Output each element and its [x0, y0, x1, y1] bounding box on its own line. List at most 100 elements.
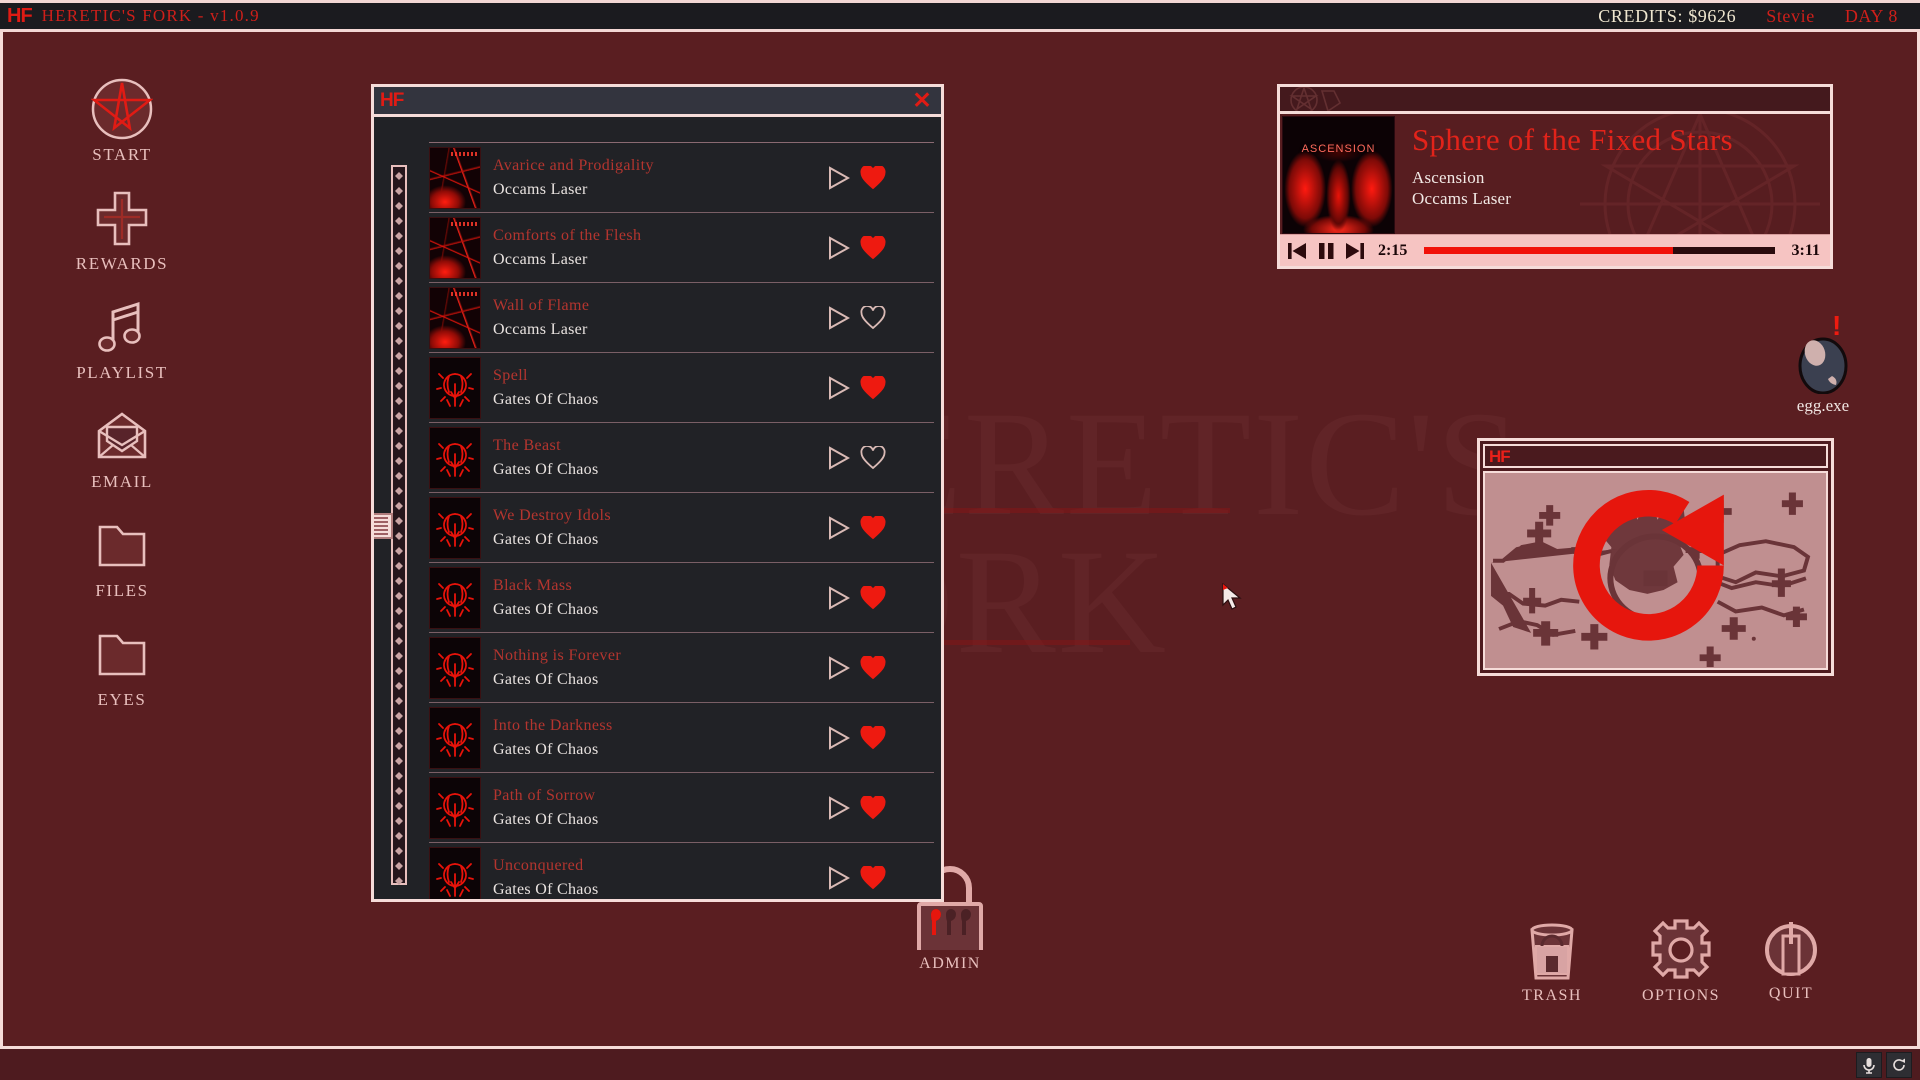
scrollbar-track[interactable] — [393, 167, 405, 885]
play-icon[interactable] — [828, 235, 850, 260]
refresh-icon[interactable] — [1483, 471, 1819, 663]
desktop-icon-egg-exe[interactable]: egg.exe — [1778, 330, 1868, 416]
heart-filled-icon[interactable] — [860, 724, 886, 750]
folder-icon — [91, 623, 153, 685]
app-title: HERETIC'S FORK - v1.0.9 — [41, 6, 260, 25]
left-dock: START REWARDS PLAYLIST EMAIL FILES EYES — [62, 78, 182, 710]
track-artist: Gates Of Chaos — [493, 390, 599, 408]
playlist-titlebar[interactable]: HF ✕ — [374, 87, 941, 117]
track-artist: Gates Of Chaos — [493, 670, 599, 688]
map-titlebar[interactable]: HF — [1483, 444, 1828, 468]
track-meta: Nothing is Forever Gates Of Chaos — [493, 647, 828, 689]
heart-filled-icon[interactable] — [860, 164, 886, 190]
scrollbar-tick — [395, 262, 403, 270]
scrollbar-tick — [395, 217, 403, 225]
floor-item-quit[interactable]: QUIT — [1762, 918, 1820, 1003]
track-row[interactable]: The Beast Gates Of Chaos — [429, 422, 934, 492]
play-icon[interactable] — [828, 375, 850, 400]
scrollbar-thumb[interactable] — [374, 513, 393, 539]
track-album-art — [429, 496, 481, 559]
scrollbar-tick — [395, 682, 403, 690]
floor-label-options: OPTIONS — [1642, 987, 1721, 1004]
track-row[interactable]: Avarice and Prodigality Occams Laser — [429, 142, 934, 212]
track-meta: The Beast Gates Of Chaos — [493, 437, 828, 479]
previous-track-button[interactable] — [1286, 240, 1308, 262]
progress-bar[interactable] — [1424, 247, 1775, 254]
scrollbar-tick — [395, 832, 403, 840]
track-title: The Beast — [493, 436, 562, 454]
envelope-icon — [91, 405, 153, 467]
star-map-canvas[interactable] — [1483, 471, 1828, 670]
heart-filled-icon[interactable] — [860, 794, 886, 820]
play-icon[interactable] — [828, 305, 850, 330]
scrollbar-tick — [395, 412, 403, 420]
play-icon[interactable] — [828, 165, 850, 190]
scrollbar-tick — [395, 577, 403, 585]
play-icon[interactable] — [828, 515, 850, 540]
scrollbar-tick — [395, 502, 403, 510]
play-icon[interactable] — [828, 445, 850, 470]
album-art-sigil-icon — [436, 442, 474, 477]
track-row[interactable]: Comforts of the Flesh Occams Laser — [429, 212, 934, 282]
track-title: Unconquered — [493, 856, 584, 874]
play-icon[interactable] — [828, 655, 850, 680]
scrollbar-tick — [395, 322, 403, 330]
microphone-icon[interactable] — [1856, 1051, 1882, 1078]
dock-item-eyes[interactable]: EYES — [62, 623, 182, 710]
play-icon[interactable] — [828, 725, 850, 750]
track-row[interactable]: Black Mass Gates Of Chaos — [429, 562, 934, 632]
track-row[interactable]: Unconquered Gates Of Chaos — [429, 842, 934, 899]
track-row[interactable]: Into the Darkness Gates Of Chaos — [429, 702, 934, 772]
elapsed-time-label: 2:15 — [1378, 241, 1408, 259]
track-meta: Black Mass Gates Of Chaos — [493, 577, 828, 619]
heart-outline-icon[interactable] — [860, 444, 886, 470]
heart-filled-icon[interactable] — [860, 584, 886, 610]
now-playing-titlebar[interactable] — [1280, 87, 1830, 114]
track-title: Spell — [493, 366, 528, 384]
scrollbar-tick — [395, 247, 403, 255]
now-playing-album-art: ASCENSION — [1282, 116, 1395, 234]
floor-item-options[interactable]: OPTIONS — [1642, 918, 1720, 1005]
track-title: Into the Darkness — [493, 716, 613, 734]
play-icon[interactable] — [828, 865, 850, 890]
scrollbar-tick — [395, 637, 403, 645]
track-actions — [828, 794, 886, 820]
track-row[interactable]: We Destroy Idols Gates Of Chaos — [429, 492, 934, 562]
scrollbar-tick — [395, 562, 403, 570]
heart-filled-icon[interactable] — [860, 864, 886, 890]
track-row[interactable]: Wall of Flame Occams Laser — [429, 282, 934, 352]
track-artist: Gates Of Chaos — [493, 810, 599, 828]
play-icon[interactable] — [828, 795, 850, 820]
dock-item-email[interactable]: EMAIL — [62, 405, 182, 492]
play-icon[interactable] — [828, 585, 850, 610]
track-album-art — [429, 356, 481, 419]
floor-item-trash[interactable]: TRASH — [1522, 920, 1582, 1005]
track-meta: Unconquered Gates Of Chaos — [493, 857, 828, 899]
heart-filled-icon[interactable] — [860, 234, 886, 260]
heart-filled-icon[interactable] — [860, 374, 886, 400]
dock-item-start[interactable]: START — [62, 78, 182, 165]
album-art-label: ASCENSION — [1301, 143, 1376, 155]
dock-item-rewards[interactable]: REWARDS — [62, 187, 182, 274]
scrollbar-tick — [395, 592, 403, 600]
taskbar — [0, 1046, 1920, 1080]
dock-label-email: EMAIL — [91, 472, 153, 491]
dock-item-playlist[interactable]: PLAYLIST — [62, 296, 182, 383]
track-title: We Destroy Idols — [493, 506, 611, 524]
heart-outline-icon[interactable] — [860, 304, 886, 330]
track-row[interactable]: Nothing is Forever Gates Of Chaos — [429, 632, 934, 702]
dock-label-eyes: EYES — [97, 690, 147, 709]
pause-button[interactable] — [1316, 240, 1336, 262]
refresh-icon[interactable] — [1886, 1051, 1912, 1078]
track-row[interactable]: Spell Gates Of Chaos — [429, 352, 934, 422]
close-icon[interactable]: ✕ — [911, 89, 933, 112]
scrollbar-tick — [395, 652, 403, 660]
heart-filled-icon[interactable] — [860, 514, 886, 540]
playlist-scrollbar[interactable] — [391, 165, 407, 885]
track-row[interactable]: Path of Sorrow Gates Of Chaos — [429, 772, 934, 842]
heart-filled-icon[interactable] — [860, 654, 886, 680]
scrollbar-tick — [395, 187, 403, 195]
scrollbar-tick — [395, 667, 403, 675]
dock-item-files[interactable]: FILES — [62, 514, 182, 601]
next-track-button[interactable] — [1344, 240, 1366, 262]
